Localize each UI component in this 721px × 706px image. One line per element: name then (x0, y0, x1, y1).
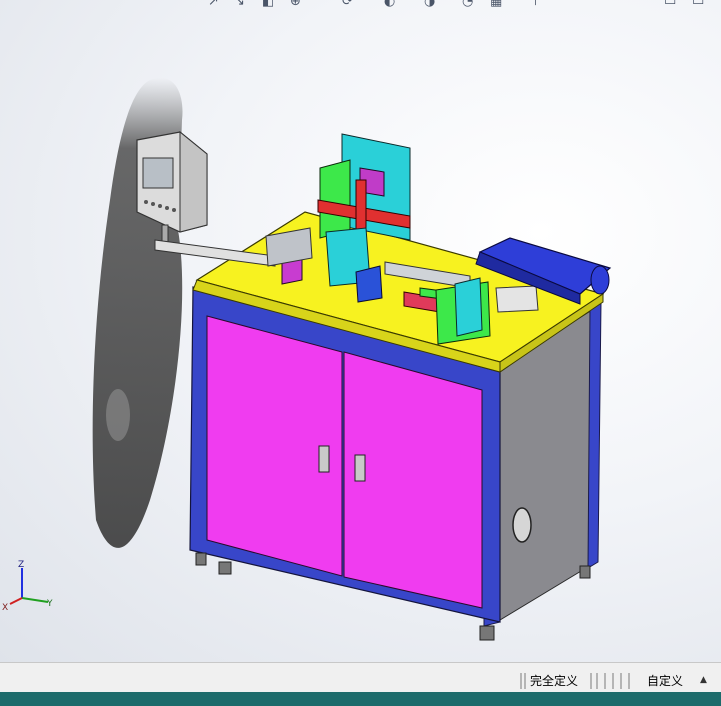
status-separator (628, 673, 630, 689)
gantry-panel-green (319, 159, 351, 239)
status-separator (612, 673, 614, 689)
status-separator (524, 673, 526, 689)
door-handle-right[interactable] (354, 454, 366, 482)
taskbar-strip (0, 692, 721, 706)
door-handle-left[interactable] (318, 445, 330, 473)
foot-front-right (479, 625, 495, 641)
status-separator (520, 673, 522, 689)
conveyor-roller (590, 265, 610, 295)
cable-port (512, 507, 532, 543)
assembly-model[interactable]: Z Y X (0, 0, 721, 662)
coordinate-triad: Z Y X (2, 560, 53, 613)
shadow-highlight (106, 389, 130, 441)
hmi-screen[interactable] (142, 157, 174, 189)
status-separator (604, 673, 606, 689)
foot-front-mid (218, 561, 232, 575)
definition-status: 完全定义 (530, 674, 579, 688)
triad-y-label: Y (46, 599, 53, 609)
triad-x-label: X (2, 603, 8, 613)
status-separator (596, 673, 598, 689)
foot-front-left (195, 552, 207, 566)
foot-rear-right (579, 565, 591, 579)
status-separator (620, 673, 622, 689)
status-bar: 完全定义 自定义 ▲ (0, 662, 721, 692)
right-station-module (495, 285, 539, 313)
status-separator (590, 673, 592, 689)
units-selector[interactable]: 自定义 (647, 673, 683, 689)
blue-fixture[interactable] (355, 265, 383, 303)
right-station-cyan (454, 277, 483, 337)
triad-z-label: Z (18, 560, 24, 570)
graphics-viewport[interactable]: ↗ ↘ ◧ ⊕ ⟳ ◐ ◑ ◔ ▦ ⊤ ▭ ▭ Z Y X (0, 0, 721, 662)
chevron-up-icon[interactable]: ▲ (700, 675, 707, 685)
cabinet-side-frame-right (587, 301, 602, 569)
hmi-box-side (179, 130, 208, 233)
